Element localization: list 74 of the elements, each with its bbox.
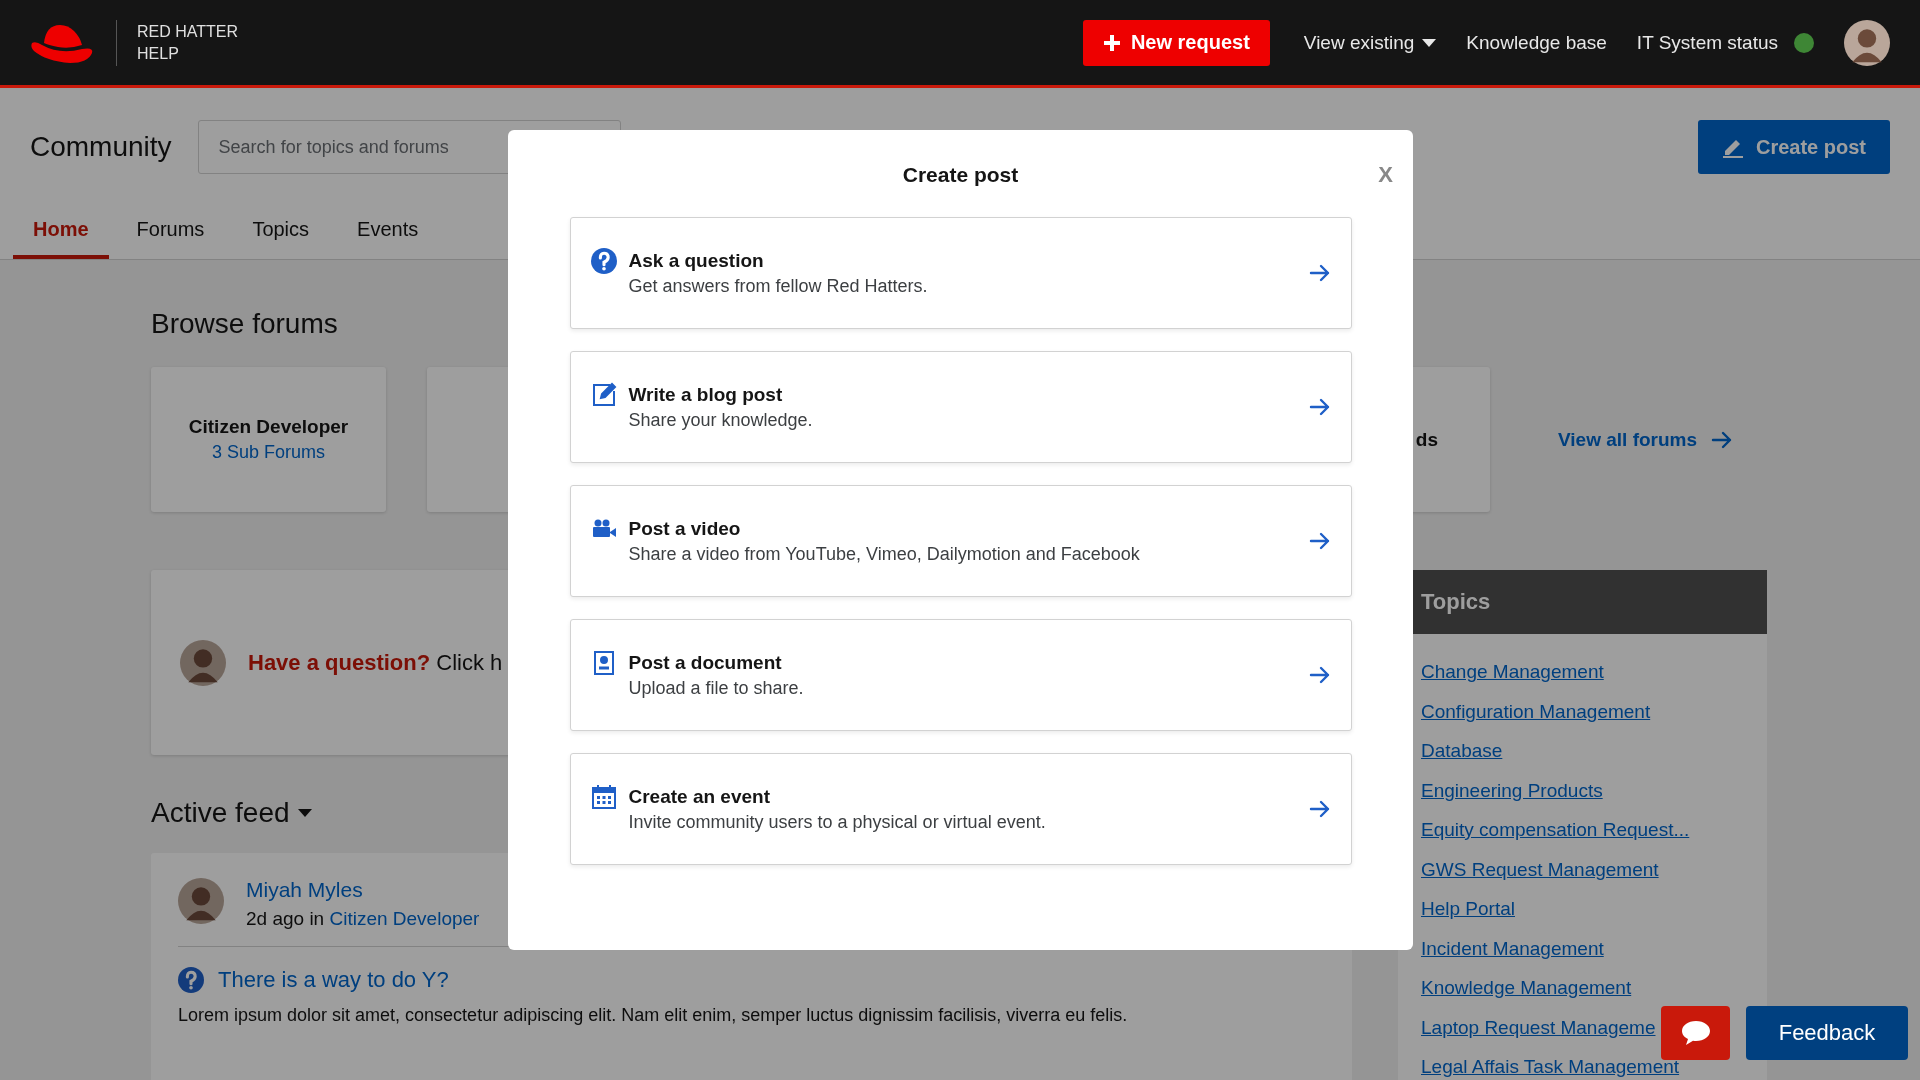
status-dot <box>1794 32 1814 53</box>
topic-link[interactable]: Laptop Request Manageme <box>1421 1014 1656 1041</box>
tab[interactable]: Topics <box>232 204 330 259</box>
avatar <box>180 639 226 686</box>
post-title-link[interactable]: There is a way to do Y? <box>218 967 449 993</box>
option-title: Create an event <box>628 785 771 808</box>
option-description: Share a video from YouTube, Vimeo, Dailymotion and Facebook <box>628 543 1141 565</box>
question-icon <box>178 967 204 993</box>
topic-link[interactable]: Help Portal <box>1421 896 1515 923</box>
section-heading: Browse forums <box>151 307 339 341</box>
author-link[interactable]: Miyah Myles <box>246 878 480 902</box>
sub-forums-link[interactable]: 3 Sub Forums <box>211 442 325 463</box>
option-title: Post a video <box>628 517 742 540</box>
topic-link[interactable]: Equity compensation Request... <box>1421 817 1690 844</box>
nav-link[interactable]: IT System status <box>1636 31 1778 54</box>
arrow-icon <box>1308 398 1331 416</box>
topic-link[interactable]: Legal Affais Task Management <box>1421 1054 1680 1080</box>
question-prompt-text[interactable]: Have a question? Click h <box>248 649 503 676</box>
option-description: Get answers from fellow Red Hatters. <box>628 275 929 297</box>
tab[interactable]: Events <box>337 204 439 259</box>
brand-name: RED HATTER <box>137 21 239 42</box>
view-all-forums-link[interactable]: View all forums <box>1558 428 1698 451</box>
create-post-button[interactable]: Create post <box>1697 120 1890 174</box>
avatar[interactable] <box>1844 19 1890 66</box>
plus-icon <box>1102 33 1121 52</box>
post-excerpt: Lorem ipsum dolor sit amet, consectetur adipiscing elit. Nam elit enim, semper luctus dignissim facilisis, viverra eu felis. <box>178 1005 1129 1026</box>
modal-title: Create post <box>902 162 1019 188</box>
feedback-button[interactable]: Feedback <box>1746 1006 1908 1060</box>
community-title: Community <box>30 131 172 163</box>
active-feed-heading[interactable]: Active feed <box>151 797 290 829</box>
topic-link[interactable]: Database <box>1421 738 1503 765</box>
edit-icon <box>590 382 617 408</box>
topic-link[interactable]: GWS Request Management <box>1421 856 1659 883</box>
post-type-option[interactable]: Ask a question Get answers from fellow Red Hatters. <box>569 217 1352 329</box>
arrow-icon <box>1308 800 1331 818</box>
view-existing-menu[interactable]: View existing <box>1303 31 1415 54</box>
topic-link[interactable]: Change Management <box>1421 659 1604 686</box>
brand-subtitle: HELP <box>137 43 180 64</box>
calendar-icon <box>590 784 617 810</box>
question-icon <box>590 248 617 274</box>
topic-link[interactable]: Incident Management <box>1421 935 1604 962</box>
forum-card[interactable]: Citizen Developer 3 Sub Forums <box>151 367 386 512</box>
forum-title: Citizen Developer <box>188 416 349 438</box>
caret-icon[interactable] <box>297 809 312 817</box>
option-title: Post a document <box>628 651 783 674</box>
new-request-button[interactable]: New request <box>1082 19 1270 66</box>
topic-link[interactable]: Engineering Products <box>1421 777 1603 804</box>
post-type-option[interactable]: Post a video Share a video from YouTube, Vimeo, Dailymotion and Facebook <box>569 485 1352 597</box>
tab[interactable]: Forums <box>116 204 225 259</box>
option-description: Share your knowledge. <box>628 409 814 431</box>
nav-link[interactable]: Knowledge base <box>1466 31 1607 54</box>
arrow-icon <box>1711 430 1734 449</box>
option-description: Invite community users to a physical or virtual event. <box>628 811 1047 833</box>
hat-logo[interactable] <box>31 24 93 63</box>
topic-link[interactable]: Configuration Management <box>1421 698 1651 725</box>
post-time: 2d ago in <box>246 908 325 929</box>
topic-link[interactable]: Knowledge Management <box>1421 975 1632 1002</box>
option-description: Upload a file to share. <box>628 677 805 699</box>
chat-button[interactable] <box>1661 1006 1730 1060</box>
option-title: Write a blog post <box>628 383 784 406</box>
option-title: Ask a question <box>628 249 765 272</box>
avatar <box>178 878 224 924</box>
post-type-option[interactable]: Create an event Invite community users to a physical or virtual event. <box>569 753 1352 865</box>
close-button[interactable]: X <box>1378 162 1393 188</box>
tab[interactable]: Home <box>13 204 109 259</box>
chat-bubble-icon <box>1679 1019 1712 1047</box>
post-type-option[interactable]: Post a document Upload a file to share. <box>569 619 1352 731</box>
arrow-icon <box>1308 264 1331 282</box>
forum-title: ds <box>1415 428 1438 451</box>
arrow-icon <box>1308 532 1331 550</box>
caret-icon <box>1422 38 1437 47</box>
arrow-icon <box>1308 666 1331 684</box>
post-type-option[interactable]: Write a blog post Share your knowledge. <box>569 351 1352 463</box>
forum-link[interactable]: Citizen Developer <box>329 908 480 929</box>
